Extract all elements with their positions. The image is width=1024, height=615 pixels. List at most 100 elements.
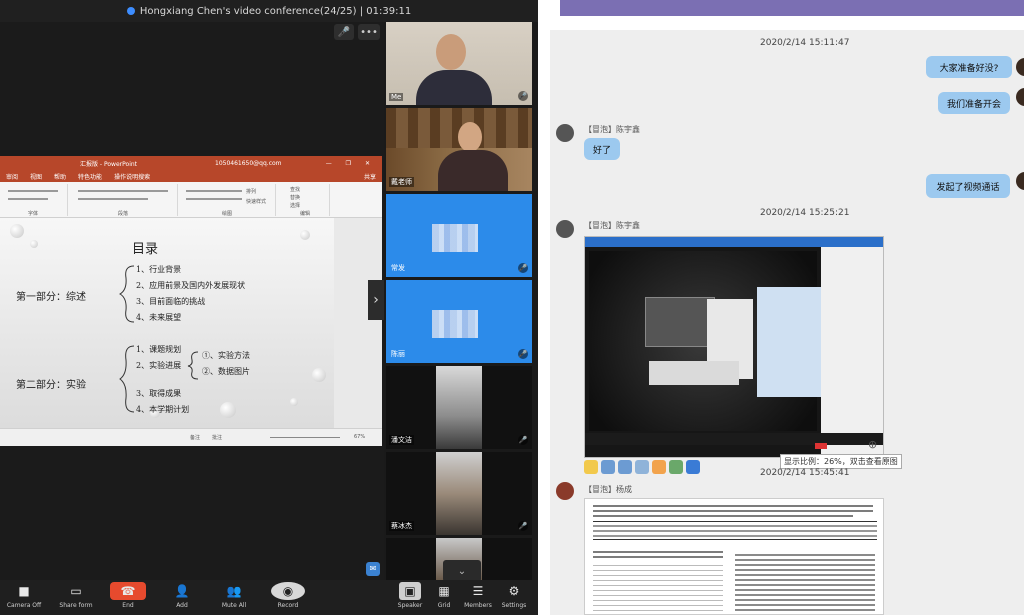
add-participant-button[interactable]: 👤 Add bbox=[158, 582, 206, 615]
mic-icon: 🎤 bbox=[518, 91, 528, 101]
participant-tile[interactable]: Me 🎤 bbox=[386, 22, 532, 105]
conference-title-bar: Hongxiang Chen's video conference(24/25)… bbox=[0, 0, 538, 22]
chat-history[interactable]: 2020/2/14 15:11:47 大家准备好没? 我们准备开会 【冒泡】陈宇… bbox=[550, 30, 1024, 615]
screen: Hongxiang Chen's video conference(24/25)… bbox=[0, 0, 1024, 615]
bookmark-icon[interactable] bbox=[686, 460, 700, 474]
participant-gallery: Me 🎤 戴老师 常发 🎤 陈丽 🎤 潘文洁 🎤 蔡冰杰 🎤 bbox=[386, 22, 532, 580]
zoom-in-icon[interactable]: ⊕ bbox=[868, 438, 877, 451]
more-options-icon[interactable]: ••• bbox=[358, 24, 380, 40]
paper-text-line bbox=[593, 505, 873, 507]
settings-icon: ⚙ bbox=[508, 584, 520, 598]
find-button[interactable]: 查找 bbox=[290, 186, 300, 193]
ppt-ribbon: 排列 快速样式 查找 替换 选择 字体 段落 绘图 编辑 bbox=[0, 182, 382, 218]
select-button[interactable]: 选择 bbox=[290, 202, 300, 209]
camera-icon: ■ bbox=[18, 584, 30, 598]
sent-message[interactable]: 发起了视频通话 bbox=[926, 174, 1010, 198]
paper-text-line bbox=[593, 535, 877, 537]
avatar[interactable] bbox=[1016, 58, 1024, 76]
received-message[interactable]: 好了 bbox=[584, 138, 620, 160]
ppt-share-button[interactable]: 共享 bbox=[364, 172, 376, 181]
image-taskbar bbox=[585, 433, 883, 445]
sent-message[interactable]: 我们准备开会 bbox=[938, 92, 1010, 114]
avatar[interactable] bbox=[556, 482, 574, 500]
message-timestamp: 2020/2/14 15:11:47 bbox=[760, 38, 850, 48]
record-button[interactable]: ◉ Record bbox=[264, 582, 312, 615]
ribbon-control[interactable] bbox=[78, 190, 168, 192]
slide-part2-item: 4、本学期计划 bbox=[136, 405, 190, 414]
toolbar-label: Add bbox=[176, 602, 188, 609]
edit-icon[interactable] bbox=[652, 460, 666, 474]
avatar[interactable] bbox=[556, 220, 574, 238]
ribbon-control[interactable] bbox=[8, 190, 58, 192]
mic-icon[interactable]: 🎤 bbox=[334, 24, 354, 40]
image-icon[interactable] bbox=[669, 460, 683, 474]
share-screen-icon: ▭ bbox=[70, 584, 82, 598]
ribbon-control[interactable] bbox=[186, 198, 242, 200]
sender-name: 【冒泡】陈宇鑫 bbox=[584, 221, 640, 230]
ribbon-control[interactable] bbox=[186, 190, 242, 192]
toolbar-label: End bbox=[122, 602, 134, 609]
slide-brace-2 bbox=[119, 345, 135, 413]
replace-button[interactable]: 替换 bbox=[290, 194, 300, 201]
notes-button[interactable]: 备注 bbox=[190, 434, 200, 441]
participant-tile[interactable]: 常发 🎤 bbox=[386, 194, 532, 277]
members-icon: ☰ bbox=[472, 584, 484, 598]
screenshot-image-message[interactable] bbox=[584, 236, 884, 458]
forward-icon[interactable] bbox=[635, 460, 649, 474]
settings-button[interactable]: ⚙ Settings bbox=[490, 582, 538, 615]
mic-icon: 🎤 bbox=[518, 349, 528, 359]
participant-tile[interactable]: 潘文洁 🎤 bbox=[386, 366, 532, 449]
slide-sub-item: ②、数据图片 bbox=[202, 367, 250, 376]
sent-message[interactable]: 大家准备好没? bbox=[926, 56, 1012, 78]
water-drop-decoration bbox=[10, 224, 24, 238]
scroll-down-icon[interactable]: ⌄ bbox=[443, 560, 481, 582]
ppt-tab[interactable]: 帮助 bbox=[54, 172, 66, 181]
slide-canvas[interactable]: 目录 第一部分：综述 1、行业背景 2、应用前景及国内外发展现状 3、目前面临的… bbox=[0, 218, 334, 428]
image-window bbox=[649, 361, 739, 385]
image-window bbox=[757, 287, 821, 397]
collapse-gallery-icon[interactable]: › bbox=[368, 280, 384, 320]
video-feed bbox=[436, 366, 482, 449]
ppt-account: 1050461650@qq.com bbox=[215, 159, 282, 167]
paper-image-message[interactable] bbox=[584, 498, 884, 615]
participant-tile[interactable]: 戴老师 bbox=[386, 108, 532, 191]
arrange-button[interactable]: 排列 bbox=[246, 188, 256, 195]
zoom-slider[interactable] bbox=[270, 437, 340, 438]
mic-icon: 🎤 bbox=[518, 435, 528, 445]
sender-name: 【冒泡】陈宇鑫 bbox=[584, 125, 640, 134]
emoji-icon[interactable] bbox=[584, 460, 598, 474]
participant-name: 陈丽 bbox=[391, 350, 405, 358]
end-meeting-button[interactable]: ☎ End bbox=[104, 582, 152, 615]
mute-all-button[interactable]: 👥 Mute All bbox=[210, 582, 258, 615]
ribbon-control[interactable] bbox=[78, 198, 148, 200]
slide-heading: 目录 bbox=[132, 242, 159, 257]
participant-name: Me bbox=[389, 93, 404, 101]
ppt-tabs: 审阅 视图 帮助 特色功能 操作说明搜索 共享 bbox=[0, 170, 382, 182]
avatar[interactable] bbox=[1016, 172, 1024, 190]
paper-table-rule bbox=[593, 539, 877, 540]
meeting-toolbar: ■ Camera Off ▭ Share form ☎ End 👤 Add 👥 … bbox=[0, 580, 538, 615]
participant-name: 常发 bbox=[391, 264, 405, 272]
participant-tile[interactable]: 蔡冰杰 🎤 bbox=[386, 452, 532, 535]
conference-app-icon bbox=[126, 7, 135, 15]
ribbon-control[interactable] bbox=[8, 198, 48, 200]
slide-part1-item: 2、应用前景及国内外发展现状 bbox=[136, 281, 246, 290]
ppt-tab[interactable]: 特色功能 bbox=[78, 172, 102, 181]
person-head bbox=[458, 122, 482, 152]
camera-off-button[interactable]: ■ Camera Off bbox=[0, 582, 48, 615]
add-user-icon: 👤 bbox=[174, 584, 190, 598]
chat-icon[interactable]: ✉ bbox=[366, 562, 380, 576]
copy-icon[interactable] bbox=[618, 460, 632, 474]
save-icon[interactable] bbox=[601, 460, 615, 474]
avatar[interactable] bbox=[1016, 88, 1024, 106]
ppt-search[interactable]: 操作说明搜索 bbox=[114, 172, 150, 181]
ppt-tab[interactable]: 审阅 bbox=[6, 172, 18, 181]
avatar[interactable] bbox=[556, 124, 574, 142]
share-screen-button[interactable]: ▭ Share form bbox=[52, 582, 100, 615]
ppt-tab[interactable]: 视图 bbox=[30, 172, 42, 181]
comments-button[interactable]: 批注 bbox=[212, 434, 222, 441]
quick-styles-button[interactable]: 快速样式 bbox=[246, 198, 266, 205]
slide-part2-item: 2、实验进展 bbox=[136, 361, 182, 370]
ppt-window-buttons[interactable]: — ❐ ✕ bbox=[326, 160, 376, 167]
participant-tile[interactable]: 陈丽 🎤 bbox=[386, 280, 532, 363]
